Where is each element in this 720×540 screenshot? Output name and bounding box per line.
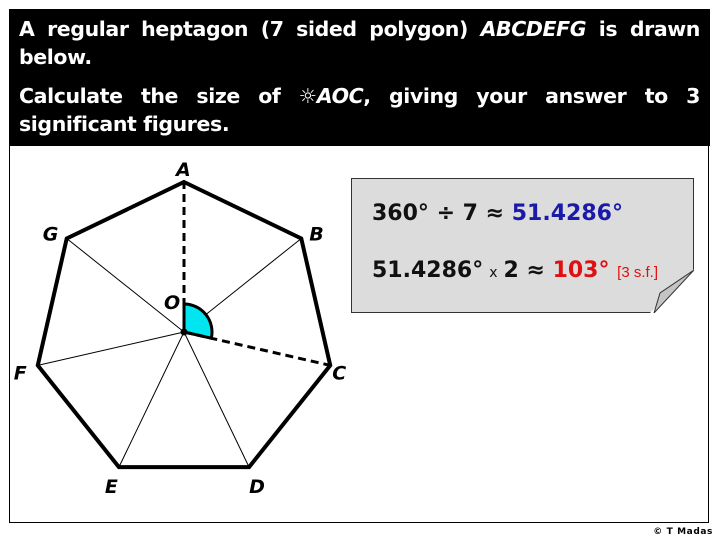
vertex-label-b: B — [309, 223, 323, 245]
calculation-box: 360° ÷ 7 ≈ 51.4286° 51.4286° x 2 ≈ 103° [3… — [351, 178, 694, 313]
step2-expression: 2 ≈ — [503, 258, 553, 283]
vertex-label-g: G — [43, 223, 59, 245]
spokes — [37, 238, 302, 468]
vertex-label-f: F — [14, 362, 27, 384]
centre-label: O — [164, 292, 180, 314]
vertex-label-c: C — [332, 362, 346, 384]
centre-point — [180, 328, 188, 336]
radius-line-e — [118, 331, 185, 468]
step2-result: 103° — [552, 258, 610, 283]
page-curl-icon — [650, 269, 694, 313]
multiply-symbol: x — [489, 265, 498, 281]
step1-result: 51.4286° — [511, 201, 623, 226]
copyright-notice: © T Madas — [653, 527, 713, 537]
radius-line-f — [37, 331, 185, 366]
radius-line-d — [183, 331, 250, 468]
step2-value: 51.4286° — [372, 258, 484, 283]
calculation-step-1: 360° ÷ 7 ≈ 51.4286° — [372, 201, 623, 226]
vertex-label-a: A — [174, 159, 191, 181]
step1-expression: 360° ÷ 7 ≈ — [372, 201, 512, 226]
vertex-label-e: E — [105, 476, 118, 498]
radius-line-g — [66, 238, 185, 333]
vertex-label-d: D — [249, 476, 265, 498]
calculation-step-2: 51.4286° x 2 ≈ 103° [3 s.f.] — [372, 258, 658, 283]
